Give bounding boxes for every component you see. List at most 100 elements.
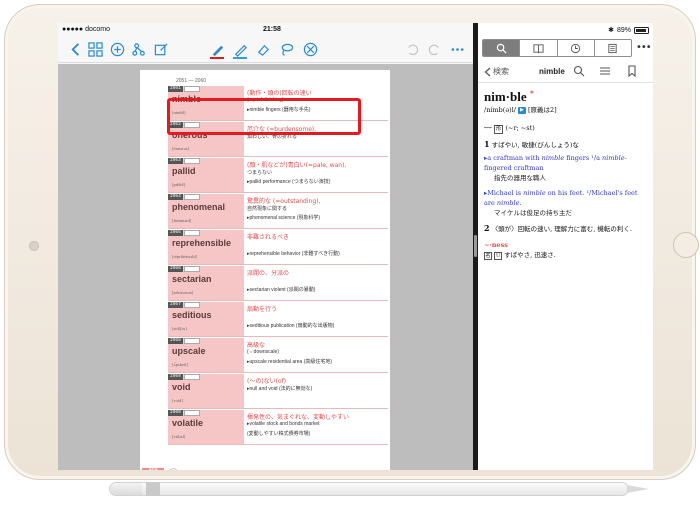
sense-1: 1 すばやい, 敏捷(びんしょう)な: [484, 139, 579, 149]
entry-example: ▸reprehensible behavior (非難すべき行動): [247, 251, 340, 257]
entry-number: 2053: [168, 158, 183, 164]
entry-word: sectarian: [172, 274, 212, 284]
back-label: 検索: [493, 67, 509, 76]
entry-pronunciation: [pǽlid]: [172, 182, 185, 187]
entry-example: ▸phenomenal science (現象科学): [247, 215, 321, 221]
entry-pronunciation: [sidíʃəs]: [172, 326, 187, 331]
list-icon: [608, 43, 617, 53]
apple-pencil: [109, 482, 629, 496]
sense-2: 2 〈頭が〉回転の速い, 理解力に富む, 機転の利く.: [484, 223, 632, 233]
close-circle-icon[interactable]: [301, 40, 319, 58]
entry-number: 2058: [168, 338, 183, 344]
entry-word: reprehensible: [172, 238, 232, 248]
eraser-icon[interactable]: [254, 40, 272, 58]
entry-pronunciation: [vάlətl]: [172, 434, 186, 439]
entry-definition: 高級な: [247, 342, 266, 349]
entry-definition: 非難されるべき: [247, 234, 290, 241]
check-boxes: [184, 410, 200, 416]
page-indicator: [169, 468, 178, 470]
entry-word: volatile: [172, 418, 204, 428]
check-boxes: [184, 338, 200, 344]
entry-word: phenomenal: [172, 202, 226, 212]
bookmark-icon[interactable]: [626, 65, 638, 77]
more-menu-icon[interactable]: •••: [636, 42, 652, 53]
entry-pronunciation: [óunərəs]: [172, 146, 189, 151]
dictionary-nav-bar: 検索 nimble: [478, 61, 653, 83]
pos-badge: 形: [493, 125, 504, 134]
page-range: 2051 — 2060: [176, 78, 207, 84]
more-icon[interactable]: [448, 40, 466, 58]
highlight-box: [167, 98, 361, 135]
audio-button[interactable]: ▶: [518, 106, 526, 114]
entry-number: 2055: [168, 230, 183, 236]
annotation-toolbar: [58, 37, 473, 63]
entry-definition: 驚異的な (=outstanding),: [247, 198, 321, 205]
book-icon: [533, 43, 544, 53]
entry-definition: 扇動を行う: [247, 306, 278, 313]
derivative-word: ~·ness: [484, 241, 508, 249]
example-2: ▸Michael is nimble on his feet. ¹/Michae…: [484, 189, 638, 207]
headword: nim·ble *: [484, 89, 534, 104]
grid-icon[interactable]: [86, 40, 104, 58]
status-bar: ●●●●● docomo 21:58: [58, 23, 473, 37]
entry-definition: (～の)ない(of): [247, 378, 287, 385]
entry-number: 2060: [168, 410, 183, 416]
home-button[interactable]: [673, 232, 699, 258]
entry-word-cell: 2058 upscale [ʌ́pskeil]: [168, 338, 244, 372]
battery-icon: [634, 26, 649, 34]
entry-pronunciation: [finάmənl]: [172, 218, 192, 223]
tab-history[interactable]: [558, 40, 595, 56]
vocab-entry: 2056 sectarian [sektéəriən] 派閥の、分派の ▸sectari…: [168, 266, 388, 301]
ipad-frame: ●●●●● docomo 21:58 2051 — 2060 2051 nimb…: [4, 4, 699, 480]
back-icon[interactable]: [67, 40, 85, 58]
chevron-left-icon: [484, 67, 491, 76]
menu-icon[interactable]: [599, 65, 611, 77]
tab-search[interactable]: [483, 40, 521, 56]
entry-definition: (顔・肌などが)青白い(=pale, wan),: [247, 162, 347, 169]
entry-number: 2054: [168, 194, 183, 200]
share-icon[interactable]: [130, 40, 148, 58]
vocab-entry: 2058 upscale [ʌ́pskeil] 高級な (⇔downscale) ▸ups…: [168, 338, 388, 373]
check-boxes: [184, 266, 200, 272]
entry-definition: (動作・頭の)回転の速い: [247, 90, 312, 97]
lasso-icon[interactable]: [277, 40, 295, 58]
pencil-tip: [627, 485, 649, 493]
pos-line: ── 形 (~r; ~st): [484, 124, 535, 134]
divider-handle[interactable]: [474, 235, 477, 257]
vocab-entry: 2053 pallid [pǽlid] (顔・肌などが)青白い(=pale, wan)…: [168, 158, 388, 193]
entry-word-cell: 2053 pallid [pǽlid]: [168, 158, 244, 192]
entry-pronunciation: [ʌ́pskeil]: [172, 362, 188, 367]
highlighter-icon[interactable]: [231, 40, 249, 59]
entry-example: ▸upscale residential area (高級住宅地): [247, 359, 333, 365]
entry-number: 2051: [168, 86, 183, 92]
entry-example: ▸sectarian violent (派閥の暴動): [247, 287, 316, 293]
edit-icon[interactable]: [152, 40, 170, 58]
entry-word: upscale: [172, 346, 206, 356]
entry-word-cell: 2054 phenomenal [finάmənl]: [168, 194, 244, 228]
battery-fill: [636, 28, 646, 32]
example-1-translation: 指先の器用な職人: [494, 174, 546, 182]
search-icon[interactable]: [573, 65, 585, 77]
dictionary-entry: nim·ble * /nímb(ə)l/ ▶ [原義は2] ── 形 (~r; …: [484, 89, 650, 260]
entry-word-cell: 2056 sectarian [sektéəriən]: [168, 266, 244, 300]
add-icon[interactable]: [108, 40, 126, 58]
pen-icon[interactable]: [208, 40, 226, 59]
carrier-label: ●●●●● docomo: [62, 26, 110, 33]
entry-example: ▸pallid performance (つまらない演技): [247, 179, 331, 185]
pen-color-blue: [233, 57, 247, 59]
tab-books[interactable]: [520, 40, 558, 56]
history-icon: [571, 43, 581, 53]
redo-icon[interactable]: [425, 40, 443, 58]
status-bar-right: ✱ 89%: [478, 23, 653, 37]
vocab-entry: 2055 reprehensible [rèprihénsəbl] 非難されるべき ▸r…: [168, 230, 388, 265]
entry-definition-2: 自然現象に関する: [247, 206, 288, 212]
vocab-entry: 2057 seditious [sidíʃəs] 扇動を行う ▸seditious pu…: [168, 302, 388, 337]
vocab-entry: 2059 void [vɔid] (～の)ない(of) ▸null and void (…: [168, 374, 388, 409]
back-button[interactable]: 検索: [484, 66, 509, 77]
pencil-cap: [110, 483, 142, 495]
undo-icon[interactable]: [403, 40, 421, 58]
document-viewer[interactable]: 2051 — 2060 2051 nimble [nimbl] (動作・頭の)回転の速…: [58, 64, 473, 470]
tab-list[interactable]: [595, 40, 631, 56]
entry-number: 2057: [168, 302, 183, 308]
page-number: 450: [142, 468, 164, 470]
